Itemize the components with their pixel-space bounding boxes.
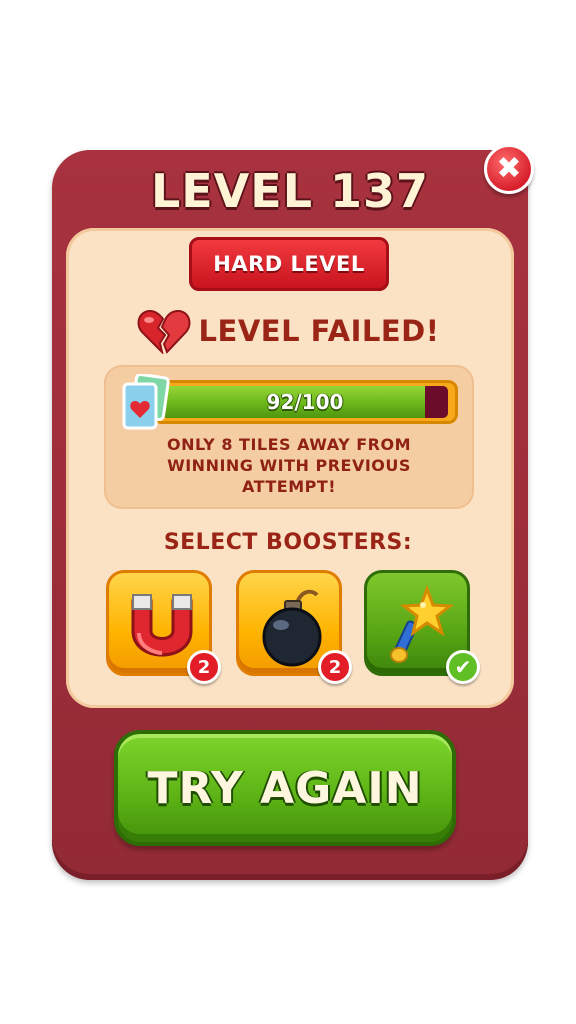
progress-bar: 92/100 bbox=[152, 380, 458, 424]
bomb-count-badge: 2 bbox=[318, 650, 352, 684]
magnet-count-badge: 2 bbox=[187, 650, 221, 684]
progress-label: 92/100 bbox=[266, 390, 344, 414]
progress-track: 92/100 bbox=[162, 386, 448, 418]
close-button[interactable]: ✖ bbox=[484, 144, 534, 194]
try-again-button[interactable]: TRY AGAIN bbox=[114, 730, 456, 846]
difficulty-badge: HARD LEVEL bbox=[189, 237, 389, 291]
level-title: LEVEL 137 bbox=[150, 164, 430, 218]
close-icon: ✖ bbox=[496, 151, 522, 186]
tile-cards-icon bbox=[122, 374, 170, 430]
progress-hint: ONLY 8 TILES AWAY FROM WINNING WITH PREV… bbox=[166, 435, 411, 496]
broken-heart-icon bbox=[137, 309, 190, 354]
selected-check-icon: ✔ bbox=[446, 650, 480, 684]
status-row: LEVEL FAILED! bbox=[0, 305, 576, 357]
level-failed-text: LEVEL FAILED! bbox=[198, 314, 440, 348]
select-boosters-label: SELECT BOOSTERS: bbox=[163, 530, 413, 555]
